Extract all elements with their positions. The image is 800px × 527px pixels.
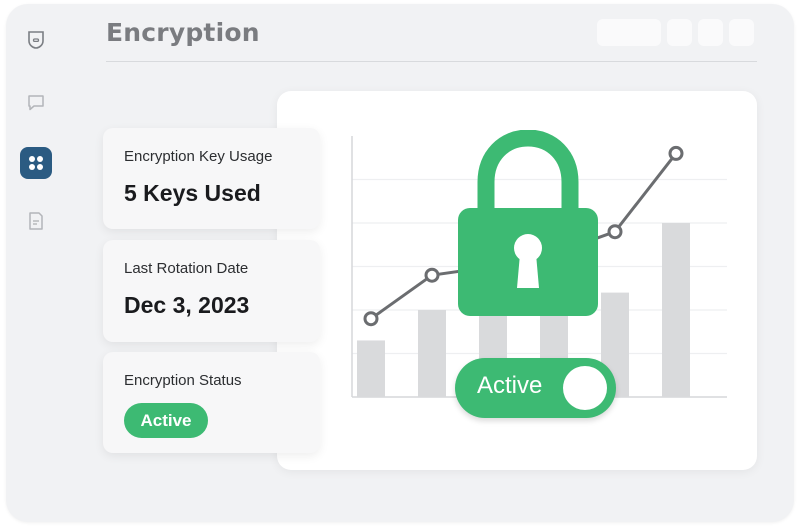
encryption-toggle[interactable]: Active	[455, 358, 616, 418]
status-badge: Active	[124, 403, 208, 438]
sidebar-item-documents[interactable]	[20, 205, 52, 237]
sidebar-item-shield[interactable]	[20, 24, 52, 56]
sidebar-item-messages[interactable]	[20, 87, 52, 119]
card-last-rotation-value: Dec 3, 2023	[124, 292, 250, 318]
app-window: Encryption Encryption Key Usage 5 Keys U…	[6, 4, 794, 522]
chart-bar	[418, 310, 446, 397]
trend-point	[668, 145, 684, 161]
document-icon	[29, 212, 43, 230]
chart-bar	[357, 340, 385, 397]
trend-point	[363, 311, 379, 327]
card-key-usage-label: Encryption Key Usage	[124, 148, 273, 165]
header-control-3[interactable]	[729, 19, 754, 46]
header-control-wide[interactable]	[597, 19, 661, 46]
sidebar-item-dashboard[interactable]	[20, 147, 52, 179]
header-divider	[106, 61, 757, 62]
card-last-rotation-label: Last Rotation Date	[124, 260, 249, 277]
card-key-usage-value: 5 Keys Used	[124, 180, 261, 206]
toggle-knob[interactable]	[563, 366, 607, 410]
shield-icon	[28, 31, 44, 49]
page-title: Encryption	[106, 18, 260, 47]
header-control-2[interactable]	[698, 19, 723, 46]
header-control-1[interactable]	[667, 19, 692, 46]
grid-icon	[29, 156, 43, 170]
card-key-usage: Encryption Key Usage 5 Keys Used	[103, 128, 320, 229]
toggle-label: Active	[477, 372, 543, 399]
card-encryption-status-label: Encryption Status	[124, 372, 242, 389]
chart-bar	[662, 223, 690, 397]
trend-point	[607, 224, 623, 240]
card-encryption-status: Encryption Status Active	[103, 352, 320, 453]
padlock-icon	[458, 130, 598, 316]
card-last-rotation: Last Rotation Date Dec 3, 2023	[103, 240, 320, 342]
chat-bubble-icon	[28, 95, 44, 111]
trend-point	[424, 267, 440, 283]
